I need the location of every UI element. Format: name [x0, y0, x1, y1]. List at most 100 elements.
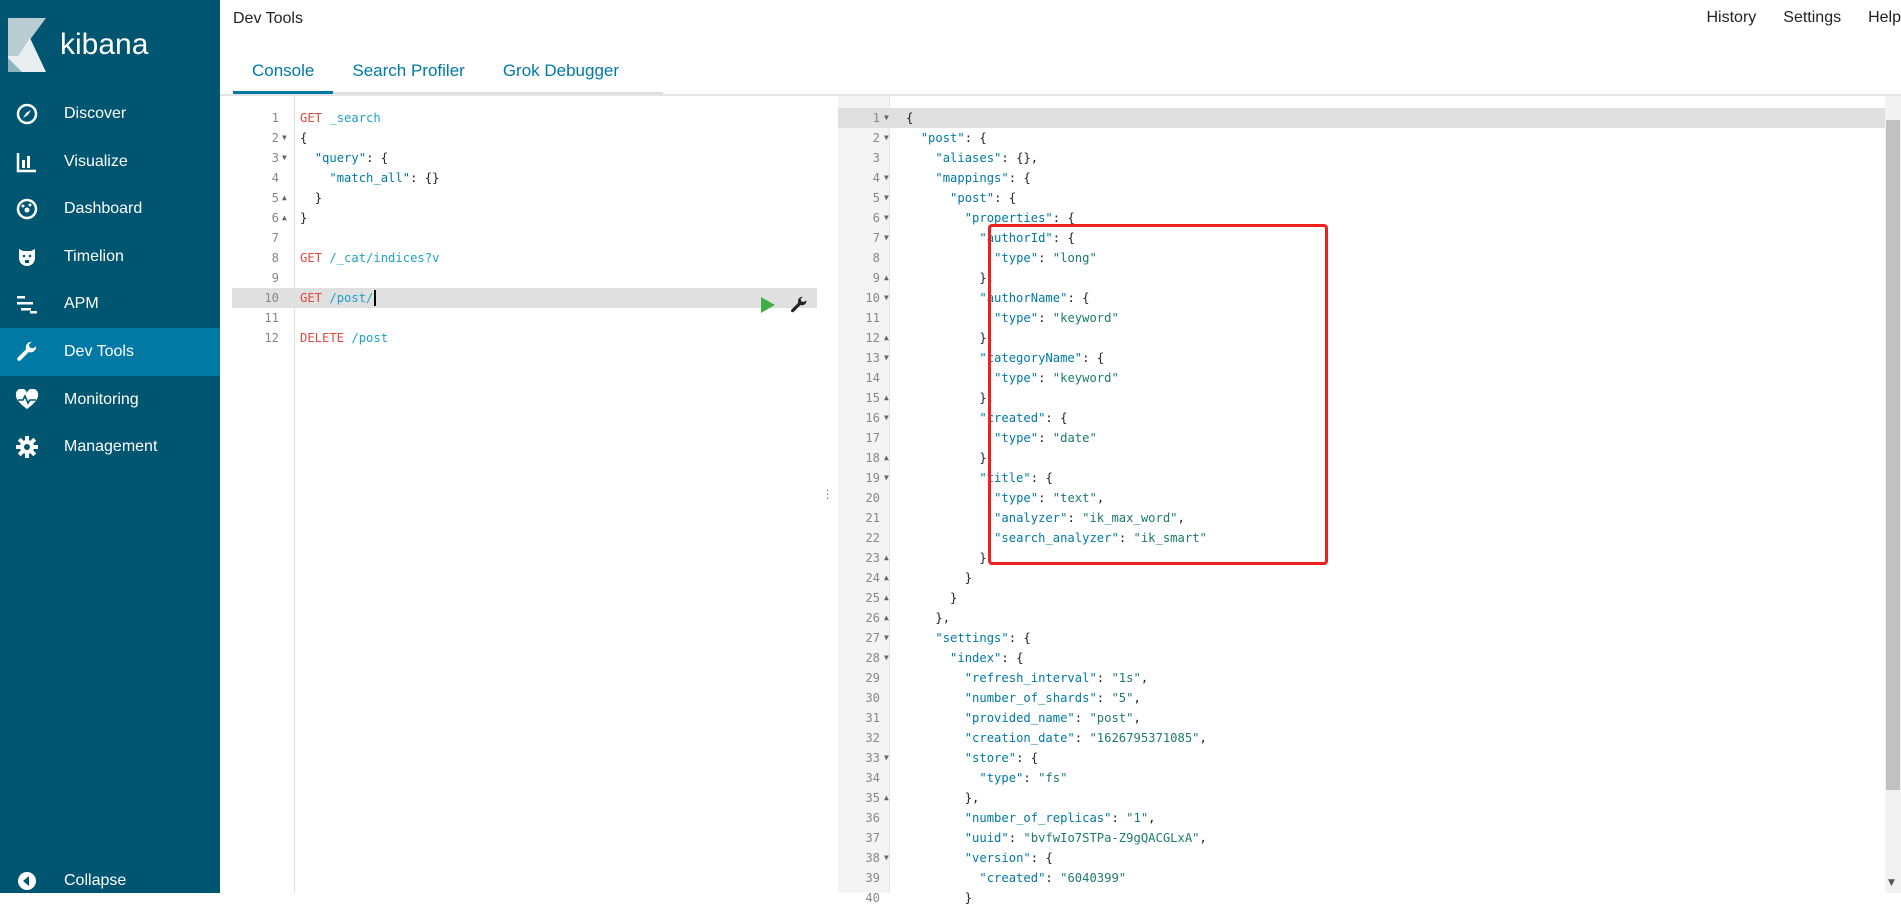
code-text: "creation_date": "1626795371085", — [906, 728, 1207, 748]
code-line: 26▲ }, — [838, 608, 1885, 628]
fold-down-icon[interactable]: ▼ — [884, 468, 889, 488]
sidebar-item-visualize[interactable]: Visualize — [0, 138, 220, 186]
code-text: GET _search — [300, 108, 381, 128]
line-number: 1 — [838, 108, 880, 128]
sidebar-item-timelion[interactable]: Timelion — [0, 233, 220, 281]
fold-down-icon[interactable]: ▼ — [884, 128, 889, 148]
fold-down-icon[interactable]: ▼ — [884, 748, 889, 768]
code-text: } — [300, 208, 307, 228]
link-settings[interactable]: Settings — [1783, 9, 1841, 27]
collapse-button[interactable]: Collapse — [0, 857, 220, 905]
sidebar-item-dashboard[interactable]: Dashboard — [0, 185, 220, 233]
fold-up-icon[interactable]: ▲ — [884, 608, 889, 628]
code-line: 31 "provided_name": "post", — [838, 708, 1885, 728]
sidebar-item-dev-tools[interactable]: Dev Tools — [0, 328, 220, 376]
link-history[interactable]: History — [1707, 9, 1757, 27]
fold-up-icon[interactable]: ▲ — [884, 588, 889, 608]
code-text: "post": { — [906, 128, 987, 148]
code-text: }, — [906, 788, 979, 808]
heartbeat-icon — [14, 387, 40, 413]
kibana-logo[interactable]: kibana — [8, 18, 148, 72]
fold-up-icon[interactable]: ▲ — [282, 188, 287, 208]
code-line: 25▲ } — [838, 588, 1885, 608]
line-number: 31 — [838, 708, 880, 728]
fold-up-icon[interactable]: ▲ — [884, 448, 889, 468]
fold-up-icon[interactable]: ▲ — [884, 568, 889, 588]
fold-up-icon[interactable]: ▲ — [884, 388, 889, 408]
line-number: 9 — [232, 268, 279, 288]
pane-resize-handle[interactable]: ··· — [826, 490, 830, 502]
fold-up-icon[interactable]: ▲ — [884, 268, 889, 288]
line-number: 4 — [232, 168, 279, 188]
code-text: "mappings": { — [906, 168, 1031, 188]
sidebar-item-label: Dev Tools — [64, 343, 134, 361]
code-line: 2▼{ — [232, 128, 817, 148]
sidebar-item-management[interactable]: Management — [0, 423, 220, 471]
code-line: 33▼ "store": { — [838, 748, 1885, 768]
fold-down-icon[interactable]: ▼ — [884, 288, 889, 308]
fold-down-icon[interactable]: ▼ — [282, 148, 287, 168]
line-number: 39 — [838, 868, 880, 888]
code-line: 3 "aliases": {}, — [838, 148, 1885, 168]
sidebar-item-label: APM — [64, 295, 99, 313]
line-number: 5 — [232, 188, 279, 208]
fold-down-icon[interactable]: ▼ — [884, 188, 889, 208]
fold-down-icon[interactable]: ▼ — [884, 348, 889, 368]
fold-up-icon[interactable]: ▲ — [282, 208, 287, 228]
collapse-icon — [14, 868, 40, 894]
fold-down-icon[interactable]: ▼ — [884, 628, 889, 648]
code-line: 6▲} — [232, 208, 817, 228]
code-text: "created": "6040399" — [906, 868, 1126, 888]
code-text: "version": { — [906, 848, 1053, 868]
fold-up-icon[interactable]: ▲ — [884, 328, 889, 348]
sidebar-item-label: Visualize — [64, 153, 128, 171]
code-line: 12DELETE /post — [232, 328, 817, 348]
code-line: 5▼ "post": { — [838, 188, 1885, 208]
code-text: DELETE /post — [300, 328, 388, 348]
sidebar-item-discover[interactable]: Discover — [0, 90, 220, 138]
run-request-button[interactable] — [760, 296, 776, 318]
sidebar-item-label: Discover — [64, 105, 126, 123]
line-number: 19 — [838, 468, 880, 488]
fold-down-icon[interactable]: ▼ — [884, 848, 889, 868]
line-number: 35 — [838, 788, 880, 808]
play-icon — [760, 296, 776, 314]
link-help[interactable]: Help — [1868, 9, 1901, 27]
code-line: 1GET _search — [232, 108, 817, 128]
code-text: }, — [906, 328, 994, 348]
fold-up-icon[interactable]: ▲ — [884, 788, 889, 808]
request-settings-button[interactable] — [790, 296, 808, 318]
code-line: 9 — [232, 268, 817, 288]
line-number: 32 — [838, 728, 880, 748]
scroll-down-arrow[interactable]: ▼ — [1888, 878, 1895, 888]
line-number: 23 — [838, 548, 880, 568]
request-editor[interactable]: 1GET _search2▼{3▼ "query": {4 "match_all… — [232, 108, 817, 348]
fold-down-icon[interactable]: ▼ — [884, 228, 889, 248]
fold-down-icon[interactable]: ▼ — [884, 208, 889, 228]
tab-bar: ConsoleSearch ProfilerGrok Debugger — [233, 48, 663, 94]
line-number: 3 — [838, 148, 880, 168]
code-text: "refresh_interval": "1s", — [906, 668, 1148, 688]
fold-down-icon[interactable]: ▼ — [282, 128, 287, 148]
code-text: "number_of_shards": "5", — [906, 688, 1141, 708]
fold-down-icon[interactable]: ▼ — [884, 408, 889, 428]
code-text: GET /_cat/indices?v — [300, 248, 439, 268]
fold-down-icon[interactable]: ▼ — [884, 108, 889, 128]
code-text: "match_all": {} — [300, 168, 439, 188]
code-text: "query": { — [300, 148, 388, 168]
sidebar-item-monitoring[interactable]: Monitoring — [0, 376, 220, 424]
code-line: 11 — [232, 308, 817, 328]
code-line: 34 "type": "fs" — [838, 768, 1885, 788]
tab-search-profiler[interactable]: Search Profiler — [333, 48, 483, 94]
code-line: 32 "creation_date": "1626795371085", — [838, 728, 1885, 748]
fold-down-icon[interactable]: ▼ — [884, 648, 889, 668]
fold-down-icon[interactable]: ▼ — [884, 168, 889, 188]
sidebar-item-apm[interactable]: APM — [0, 280, 220, 328]
line-number: 14 — [838, 368, 880, 388]
fold-up-icon[interactable]: ▲ — [884, 548, 889, 568]
line-number: 7 — [232, 228, 279, 248]
scrollbar-thumb[interactable] — [1886, 120, 1900, 790]
line-number: 5 — [838, 188, 880, 208]
tab-grok-debugger[interactable]: Grok Debugger — [484, 48, 638, 94]
tab-console[interactable]: Console — [233, 48, 333, 94]
